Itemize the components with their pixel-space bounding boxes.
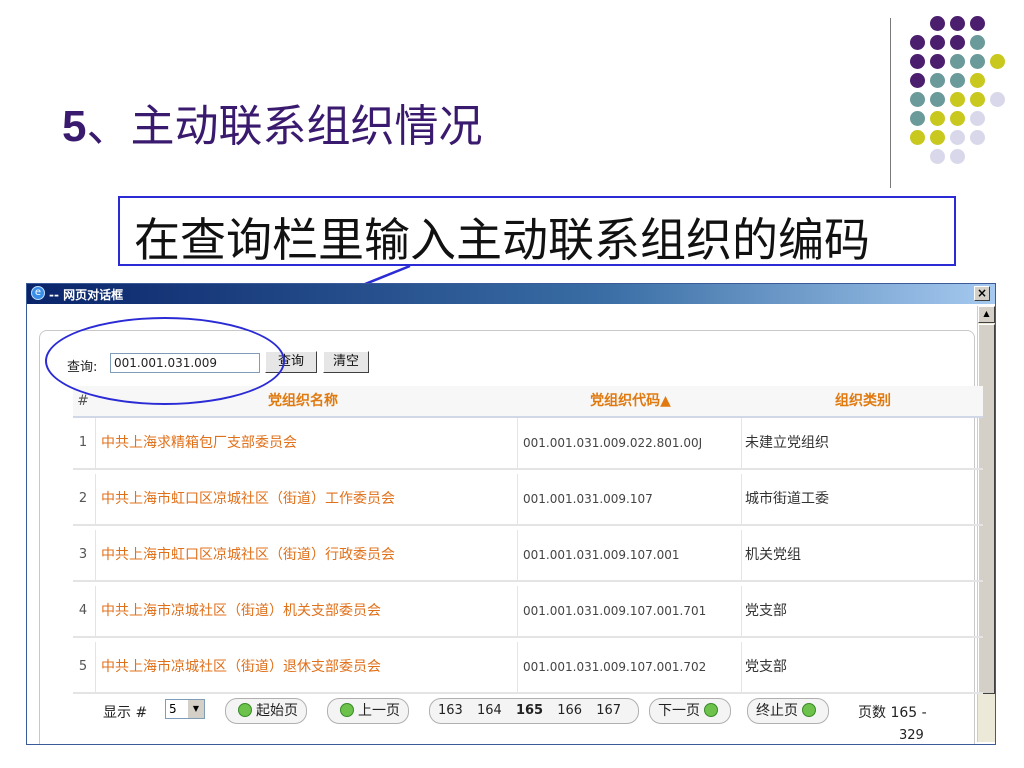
org-code: 001.001.031.009.022.801.00J	[523, 436, 703, 450]
row-index: 1	[78, 435, 88, 450]
prev-page-label: 上一页	[358, 703, 400, 719]
decorative-dot	[970, 35, 985, 50]
org-type: 城市街道工委	[745, 491, 829, 507]
header-org-type[interactable]: 组织类别	[745, 386, 981, 416]
decorative-dot	[910, 73, 925, 88]
decorative-dot	[910, 111, 925, 126]
header-org-code[interactable]: 党组织代码▲	[518, 386, 743, 416]
org-name-link[interactable]: 中共上海市虹口区凉城社区（街道）工作委员会	[101, 474, 511, 524]
pagination-bar: 显示 # 5 ▼ 起始页 上一页 163 164 165 166 167 下一页…	[73, 698, 983, 743]
decorative-dot	[950, 111, 965, 126]
decorative-dot	[950, 54, 965, 69]
next-page-label: 下一页	[658, 703, 700, 719]
decorative-dot	[930, 111, 945, 126]
row-index: 4	[78, 603, 88, 618]
page-link-164[interactable]: 164	[477, 703, 502, 718]
decorative-dot	[930, 73, 945, 88]
decorative-dot	[930, 130, 945, 145]
decorative-dot	[950, 149, 965, 164]
page-size-select[interactable]: 5 ▼	[165, 699, 205, 719]
row-index: 3	[78, 547, 88, 562]
page-number-group: 163 164 165 166 167	[429, 698, 639, 724]
org-code: 001.001.031.009.107.001	[523, 548, 680, 562]
decorative-dot	[970, 130, 985, 145]
prev-page-button[interactable]: 上一页	[327, 698, 409, 724]
decorative-divider	[890, 18, 891, 188]
decorative-dot	[910, 130, 925, 145]
decorative-dot	[910, 35, 925, 50]
next-page-button[interactable]: 下一页	[649, 698, 731, 724]
org-code: 001.001.031.009.107	[523, 492, 653, 506]
close-icon[interactable]: ×	[974, 286, 990, 301]
page-link-current[interactable]: 165	[516, 703, 543, 718]
dialog-title: -- 网页对话框	[49, 288, 124, 302]
decorative-dot	[930, 16, 945, 31]
scroll-up-icon[interactable]: ▲	[978, 306, 995, 323]
instruction-callout: 在查询栏里输入主动联系组织的编码	[118, 196, 956, 267]
decorative-dot	[910, 92, 925, 107]
decorative-dot	[930, 54, 945, 69]
decorative-dot	[950, 16, 965, 31]
org-type: 党支部	[745, 603, 787, 619]
decorative-dot	[970, 92, 985, 107]
first-page-button[interactable]: 起始页	[225, 698, 307, 724]
page-link-167[interactable]: 167	[596, 703, 621, 718]
slide-title: 5、主动联系组织情况	[62, 90, 482, 154]
decorative-dot	[950, 92, 965, 107]
decorative-dot	[970, 16, 985, 31]
decorative-dot	[950, 73, 965, 88]
decorative-dot	[950, 35, 965, 50]
table-row[interactable]: 5 中共上海市凉城社区（街道）退休支部委员会 001.001.031.009.107…	[73, 642, 983, 694]
go-icon	[340, 703, 354, 717]
first-page-label: 起始页	[256, 703, 298, 719]
page-link-166[interactable]: 166	[557, 703, 582, 718]
decorative-dot	[910, 54, 925, 69]
page-count-total: 329	[899, 728, 924, 743]
page-link-163[interactable]: 163	[438, 703, 463, 718]
table-row[interactable]: 2 中共上海市虹口区凉城社区（街道）工作委员会 001.001.031.009.10…	[73, 474, 983, 526]
instruction-callout-text: 在查询栏里输入主动联系组织的编码	[134, 213, 870, 267]
decorative-dot	[930, 149, 945, 164]
last-page-button[interactable]: 终止页	[747, 698, 829, 724]
decorative-dot	[990, 54, 1005, 69]
org-type: 党支部	[745, 659, 787, 675]
row-index: 2	[78, 491, 88, 506]
table-row[interactable]: 1 中共上海求精箱包厂支部委员会 001.001.031.009.022.801.0…	[73, 418, 983, 470]
decorative-dot	[970, 73, 985, 88]
go-icon	[238, 703, 252, 717]
org-code: 001.001.031.009.107.001.702	[523, 660, 707, 674]
decorative-dot	[990, 92, 1005, 107]
decorative-dot	[930, 35, 945, 50]
go-icon	[802, 703, 816, 717]
ie-icon: e	[31, 286, 45, 300]
clear-button[interactable]: 清空	[323, 351, 369, 373]
org-name-link[interactable]: 中共上海求精箱包厂支部委员会	[101, 418, 511, 468]
page-size-value: 5	[169, 702, 177, 716]
decorative-dot	[970, 111, 985, 126]
org-code: 001.001.031.009.107.001.701	[523, 604, 707, 618]
org-type: 未建立党组织	[745, 435, 829, 451]
org-name-link[interactable]: 中共上海市凉城社区（街道）退休支部委员会	[101, 642, 511, 692]
table-row[interactable]: 4 中共上海市凉城社区（街道）机关支部委员会 001.001.031.009.107…	[73, 586, 983, 638]
decorative-dot	[930, 92, 945, 107]
chevron-down-icon[interactable]: ▼	[188, 700, 204, 718]
slide-number: 5	[62, 102, 87, 151]
org-name-link[interactable]: 中共上海市虹口区凉城社区（街道）行政委员会	[101, 530, 511, 580]
row-index: 5	[78, 659, 88, 674]
dialog-titlebar: e -- 网页对话框 ×	[27, 284, 995, 304]
last-page-label: 终止页	[756, 703, 798, 719]
page-count-label: 页数 165 -	[858, 705, 927, 721]
page-size-label: 显示 #	[103, 705, 148, 721]
table-row[interactable]: 3 中共上海市虹口区凉城社区（街道）行政委员会 001.001.031.009.10…	[73, 530, 983, 582]
decorative-dot	[970, 54, 985, 69]
slide-title-text: 、主动联系组织情况	[86, 101, 483, 152]
search-highlight-ellipse	[45, 317, 285, 405]
org-type: 机关党组	[745, 547, 801, 563]
decorative-dot	[950, 130, 965, 145]
go-icon	[704, 703, 718, 717]
org-name-link[interactable]: 中共上海市凉城社区（街道）机关支部委员会	[101, 586, 511, 636]
